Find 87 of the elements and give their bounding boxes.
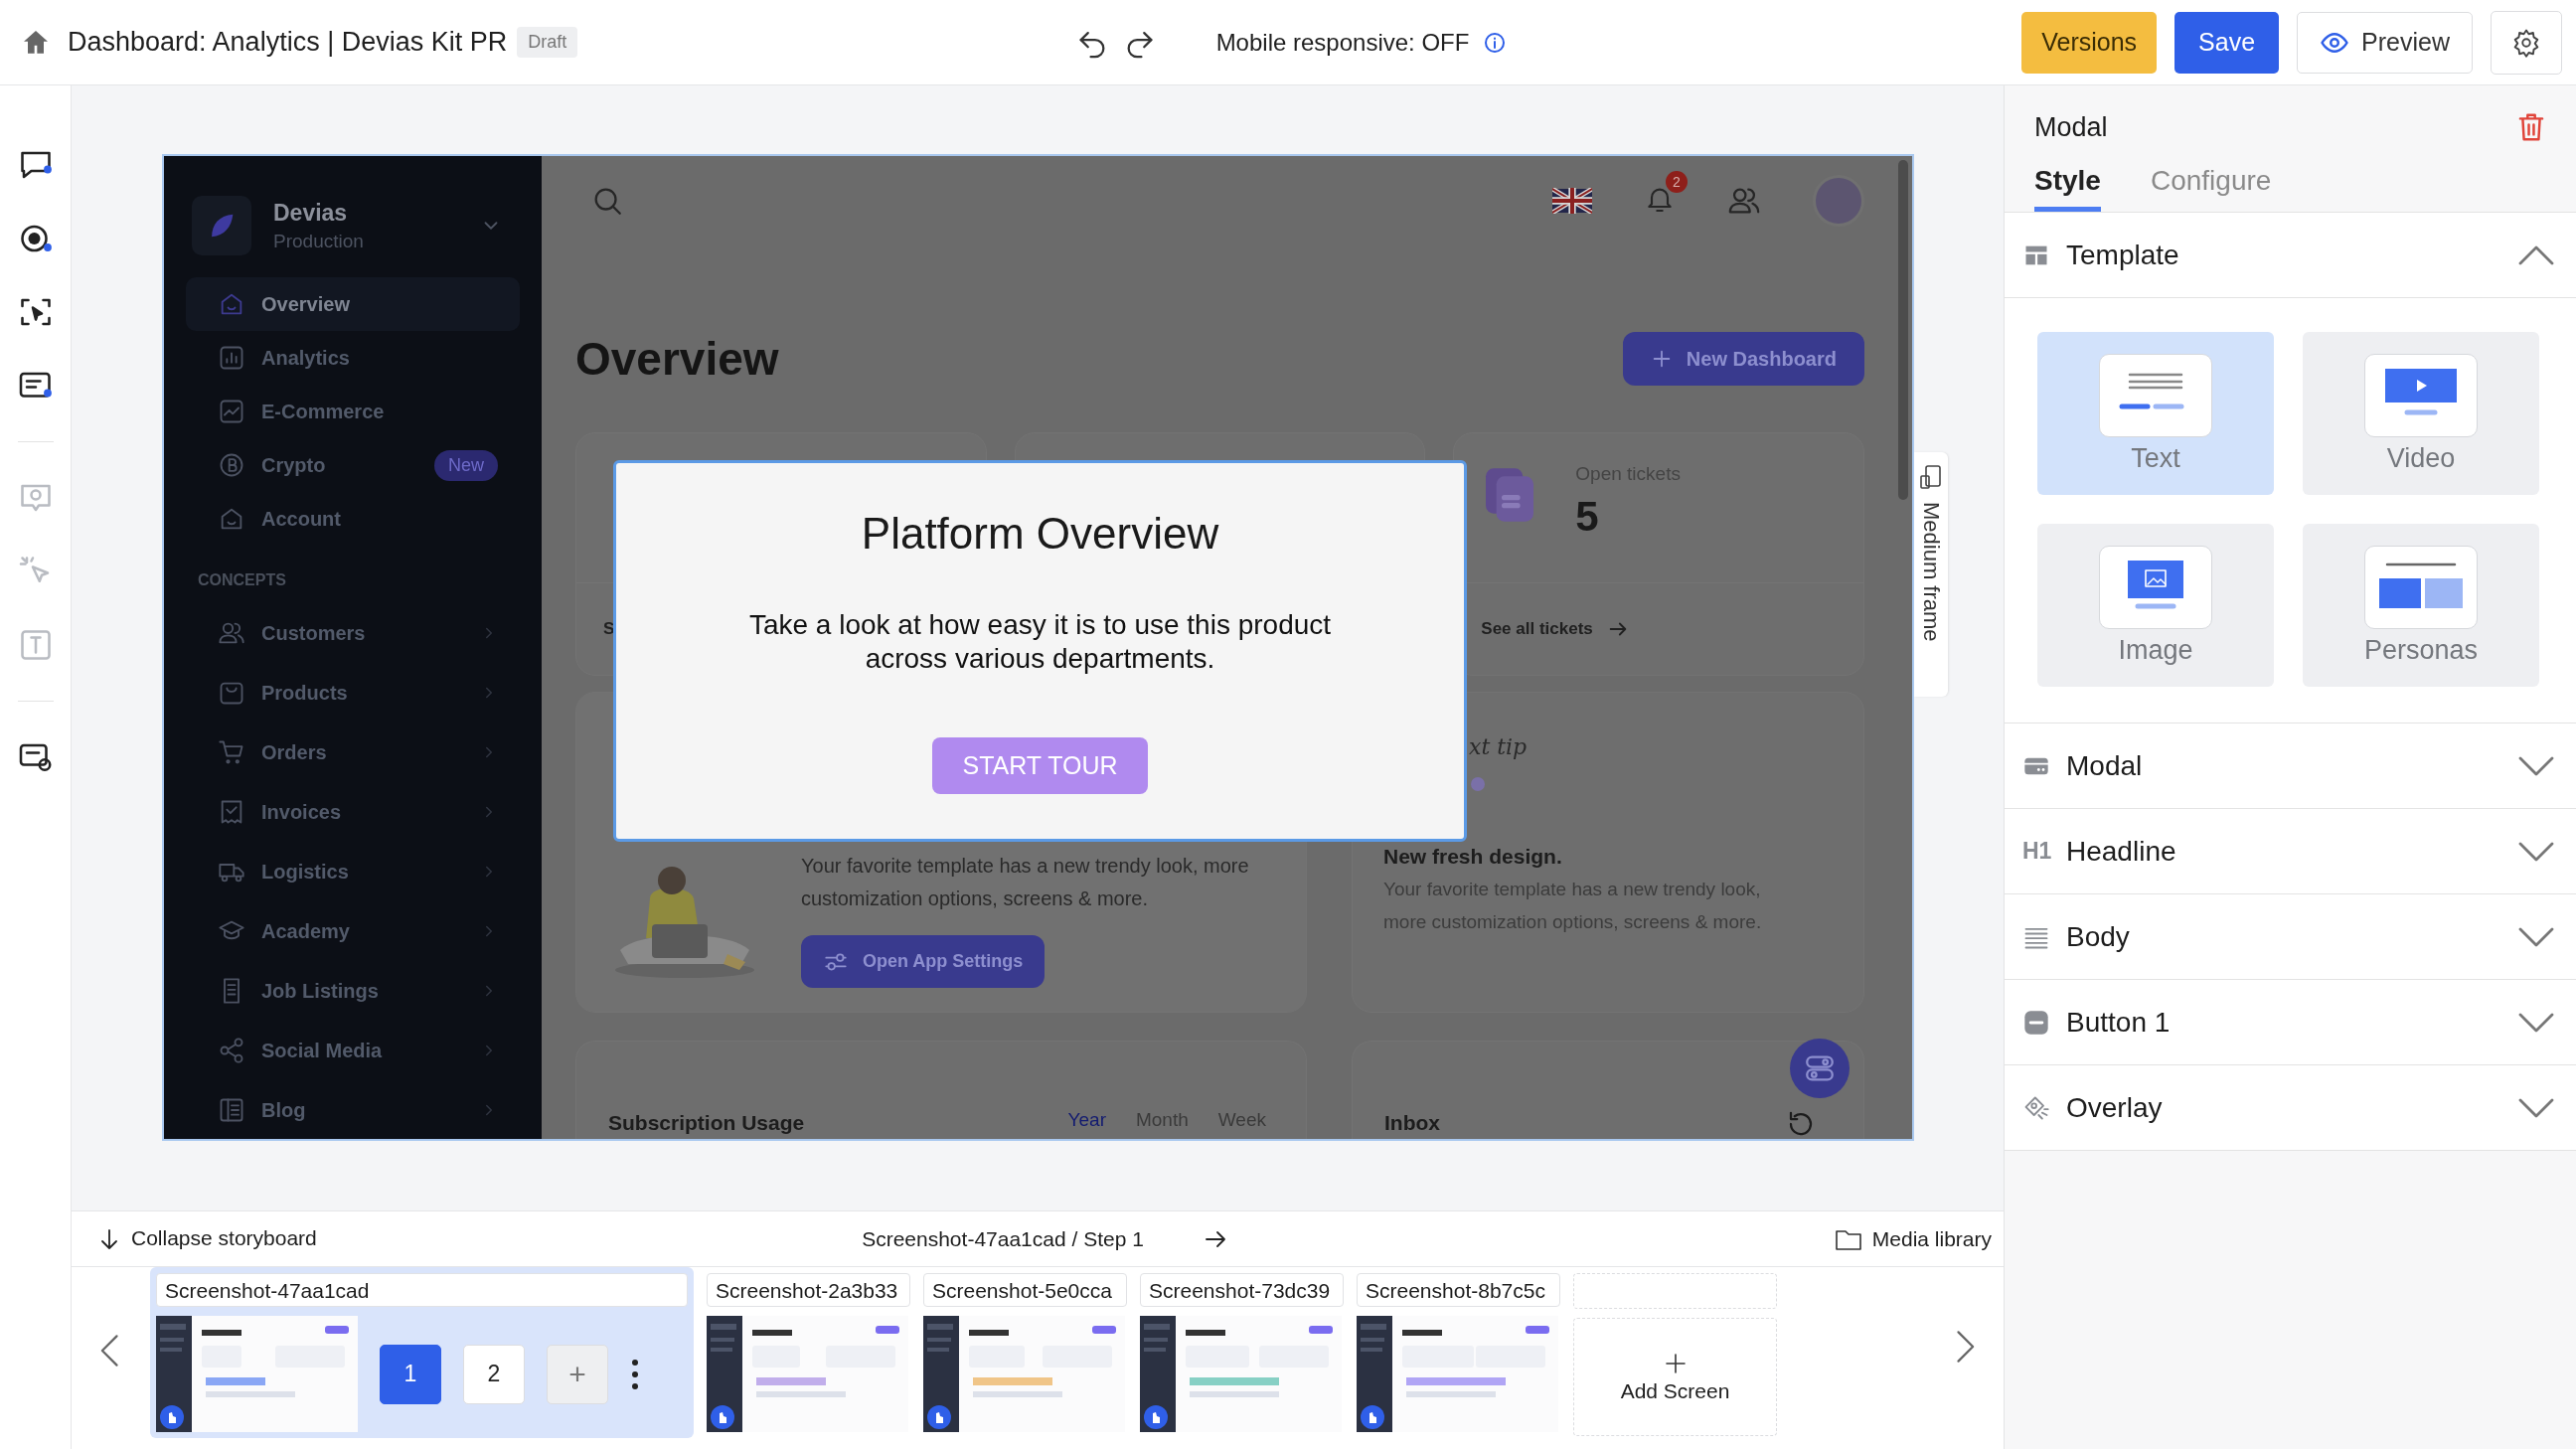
screen-name-field[interactable]: Screenshot-2a3b33 [707,1273,910,1307]
tip-label: xt tip [1469,734,1529,759]
nav-item[interactable]: Invoices [186,782,520,842]
cart-icon [218,738,245,766]
modal-body: Take a look at how easy it is to use this product across various departments. [747,608,1333,676]
nav-item[interactable]: Overview [186,277,520,331]
media-library-button[interactable]: Media library [1834,1226,1992,1251]
section-header[interactable]: Modal [2005,724,2576,808]
screen-name-field[interactable]: Screenshot-5e0cca [923,1273,1127,1307]
workspace-name: Devias [273,199,349,227]
screen-name-field[interactable]: Screenshot-73dc39 [1140,1273,1344,1307]
card-title: Inbox [1384,1111,1440,1135]
nav-item[interactable]: Job Listings [186,961,520,1021]
section-header[interactable]: H1 Headline [2005,809,2576,893]
step-button[interactable]: 1 [380,1344,441,1404]
card-link[interactable]: See all tickets [1481,619,1593,639]
nav-item[interactable]: Orders [186,723,520,782]
save-button[interactable]: Save [2174,11,2280,74]
nav-item[interactable]: Social Media [186,1021,520,1080]
screen-card[interactable]: Screenshot-73dc39 [1140,1273,1344,1432]
device-icon [1919,464,1943,490]
panel-tab[interactable]: Configure [2150,165,2272,212]
nav-item[interactable]: Academy [186,901,520,961]
status-badge: Draft [517,27,578,58]
plus-icon [1663,1351,1688,1375]
add-screen-button[interactable]: Add Screen [1573,1318,1777,1436]
screen-name-field[interactable]: Screenshot-47aa1cad [156,1273,688,1307]
settings-button[interactable] [2491,10,2562,75]
progress-dot [1471,777,1485,791]
screen-card[interactable]: Screenshot-47aa1cad 1 2 + [150,1267,694,1438]
info-icon [1483,30,1508,55]
section-header[interactable]: Template [2005,213,2576,297]
notification-badge: 2 [1666,171,1688,193]
nav-item[interactable]: Account [186,492,520,546]
open-app-settings-button[interactable]: Open App Settings [801,935,1046,988]
modal-title: Platform Overview [861,509,1219,559]
screen-card[interactable]: Screenshot-5e0cca [923,1273,1127,1432]
new-badge: New [434,449,498,481]
page-heading: Overview [575,332,779,386]
section-header[interactable]: Overlay [2005,1065,2576,1150]
template-option[interactable]: Image [2037,524,2274,687]
section-header[interactable]: Button 1 [2005,980,2576,1064]
template-option[interactable]: Personas [2303,524,2539,687]
breadcrumb: Screenshot-47aa1cad / Step 1 [862,1226,1144,1251]
screen-card[interactable]: Screenshot-2a3b33 [707,1273,910,1432]
versions-button[interactable]: Versions [2021,11,2158,74]
nav-item[interactable]: Crypto New [186,438,520,492]
new-dashboard-button[interactable]: New Dashboard [1622,332,1864,386]
nav-item[interactable]: Products [186,663,520,723]
template-option[interactable]: Text [2037,332,2274,495]
page-title: Dashboard: Analytics | Devias Kit PR [68,27,508,58]
more-icon[interactable] [630,1357,640,1391]
card-link[interactable]: S [603,619,615,639]
section-header[interactable]: Body [2005,894,2576,979]
minus-icon [2022,1008,2050,1037]
responsive-label: Mobile responsive: OFF [1215,28,1470,57]
coin-icon [218,451,245,479]
line-chart-icon [218,398,245,425]
panel-title: Modal [2034,111,2108,143]
tip-title: New fresh design. [1383,845,1563,869]
period-tab[interactable]: Year [1067,1109,1106,1131]
flag-icon[interactable] [1552,188,1592,214]
nav-item[interactable]: E-Commerce [186,385,520,438]
add-step-button[interactable]: + [547,1344,608,1404]
screen-card[interactable]: Screenshot-8b7c5c [1357,1273,1560,1432]
preview-button[interactable]: Preview [2297,11,2473,74]
template-option[interactable]: Video [2303,332,2539,495]
delete-icon[interactable] [2516,111,2546,143]
book-icon [218,1096,245,1124]
nav-item[interactable]: Customers [186,603,520,663]
heading-icon: H1 [2022,838,2050,865]
settings-icon [2511,27,2541,58]
nav-item[interactable]: Logistics [186,842,520,901]
step-button[interactable]: 2 [463,1344,525,1404]
nav-item[interactable]: Blog [186,1080,520,1139]
section-label: CONCEPTS [198,571,287,589]
frame-size-tab[interactable]: Medium frame [1914,452,1948,697]
promo-text: Your favorite template has a new trendy look, more customization options, screens & more. [801,854,1250,911]
bar-chart-icon [218,344,245,372]
workspace-environment: Production [273,230,365,252]
collapse-storyboard-button[interactable]: Collapse storyboard [97,1225,317,1252]
start-tour-button[interactable]: START TOUR [932,737,1148,794]
card-title: Subscription Usage [608,1111,805,1135]
share-icon [218,1037,245,1064]
stat-value: 5 [1575,493,1600,541]
screen-name-field[interactable]: Screenshot-8b7c5c [1357,1273,1560,1307]
nav-item[interactable]: Analytics [186,331,520,385]
